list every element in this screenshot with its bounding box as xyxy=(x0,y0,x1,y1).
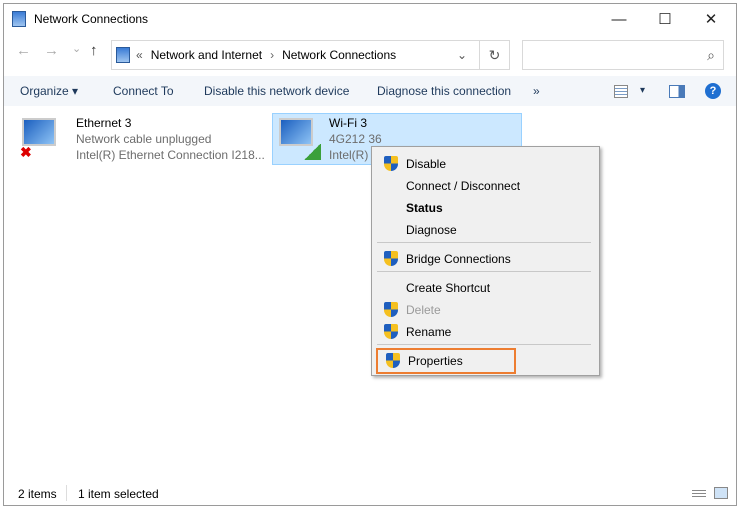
item-count: 2 items xyxy=(18,487,57,501)
preview-pane-icon[interactable] xyxy=(669,85,685,98)
menu-item-label: Delete xyxy=(406,303,441,317)
network-folder-icon xyxy=(116,47,130,63)
menu-separator xyxy=(377,344,591,345)
disconnected-x-icon: ✖ xyxy=(20,144,32,160)
uac-shield-icon xyxy=(384,302,398,317)
minimize-button[interactable]: — xyxy=(596,4,642,34)
maximize-button[interactable]: ☐ xyxy=(642,4,688,34)
view-dropdown[interactable]: ▾ xyxy=(640,85,645,96)
recent-locations-button[interactable]: ⌄ xyxy=(72,42,81,70)
status-divider xyxy=(66,485,67,501)
menu-item-label: Rename xyxy=(406,325,452,339)
menu-item-diagnose[interactable]: Diagnose xyxy=(372,219,599,241)
menu-item-rename[interactable]: Rename xyxy=(372,321,599,343)
search-icon: ⌕ xyxy=(707,47,715,63)
connection-status: Network cable unplugged xyxy=(76,132,212,146)
selection-count: 1 item selected xyxy=(78,487,159,501)
menu-item-properties[interactable]: Properties xyxy=(376,348,516,374)
uac-shield-icon xyxy=(384,324,398,339)
connection-name: Ethernet 3 xyxy=(76,116,132,130)
connect-to-button[interactable]: Connect To xyxy=(113,84,174,98)
more-commands-button[interactable]: » xyxy=(533,84,540,98)
menu-item-label: Connect / Disconnect xyxy=(406,179,521,193)
network-connections-window: Network Connections — ☐ ✕ ← → ⌄ ↑ « Netw… xyxy=(3,3,737,506)
organize-menu[interactable]: Organize ▾ xyxy=(20,84,78,98)
address-dropdown[interactable]: ⌄ xyxy=(457,48,467,62)
signal-strength-icon xyxy=(303,144,321,160)
context-menu: Disable Connect / Disconnect Status Diagnos… xyxy=(371,146,600,376)
view-options-icon[interactable] xyxy=(614,85,628,98)
large-icons-view-button[interactable] xyxy=(714,487,728,499)
command-bar: Organize ▾ Connect To Disable this netwo… xyxy=(4,76,736,106)
close-button[interactable]: ✕ xyxy=(688,4,734,34)
connection-ethernet-3[interactable]: ✖ Ethernet 3 Network cable unplugged Int… xyxy=(18,114,268,166)
connection-device: Intel(R) Ethernet Connection I218... xyxy=(76,148,265,162)
menu-separator xyxy=(377,271,591,272)
disable-device-button[interactable]: Disable this network device xyxy=(204,84,349,98)
menu-item-status[interactable]: Status xyxy=(372,197,599,219)
connection-device: Intel(R) xyxy=(329,148,369,162)
menu-item-label: Bridge Connections xyxy=(406,252,511,266)
search-input[interactable]: ⌕ xyxy=(522,40,724,70)
forward-button[interactable]: → xyxy=(44,42,59,70)
connection-name: Wi-Fi 3 xyxy=(329,116,367,130)
menu-item-label: Disable xyxy=(406,157,447,171)
menu-item-connect-disconnect[interactable]: Connect / Disconnect xyxy=(372,175,599,197)
connection-status: 4G212 36 xyxy=(329,132,382,146)
menu-item-create-shortcut[interactable]: Create Shortcut xyxy=(372,277,599,299)
menu-item-label: Status xyxy=(406,201,443,215)
menu-item-label: Diagnose xyxy=(406,223,457,237)
breadcrumb-network-and-internet[interactable]: Network and Internet xyxy=(151,48,262,62)
uac-shield-icon xyxy=(384,251,398,266)
network-folder-icon xyxy=(12,11,26,27)
menu-item-disable[interactable]: Disable xyxy=(372,153,599,175)
breadcrumb-separator: › xyxy=(270,48,275,62)
breadcrumb-network-connections[interactable]: Network Connections xyxy=(282,48,396,62)
menu-item-delete: Delete xyxy=(372,299,599,321)
menu-separator xyxy=(377,242,591,243)
refresh-button[interactable]: ↻ xyxy=(480,40,510,70)
network-adapter-icon xyxy=(22,118,56,146)
breadcrumb-overflow[interactable]: « xyxy=(136,48,143,62)
back-button[interactable]: ← xyxy=(16,42,31,70)
network-adapter-icon xyxy=(279,118,313,146)
menu-item-bridge-connections[interactable]: Bridge Connections xyxy=(372,248,599,270)
uac-shield-icon xyxy=(384,156,398,171)
uac-shield-icon xyxy=(386,353,400,368)
help-icon[interactable]: ? xyxy=(705,83,721,99)
address-bar[interactable]: « Network and Internet › Network Connect… xyxy=(111,40,480,70)
diagnose-connection-button[interactable]: Diagnose this connection xyxy=(377,84,511,98)
details-view-button[interactable] xyxy=(692,488,706,499)
menu-item-label: Properties xyxy=(408,354,463,368)
menu-item-label: Create Shortcut xyxy=(406,281,491,295)
window-title: Network Connections xyxy=(34,12,149,26)
up-button[interactable]: ↑ xyxy=(90,42,98,70)
title-bar: Network Connections — ☐ ✕ xyxy=(4,4,736,34)
